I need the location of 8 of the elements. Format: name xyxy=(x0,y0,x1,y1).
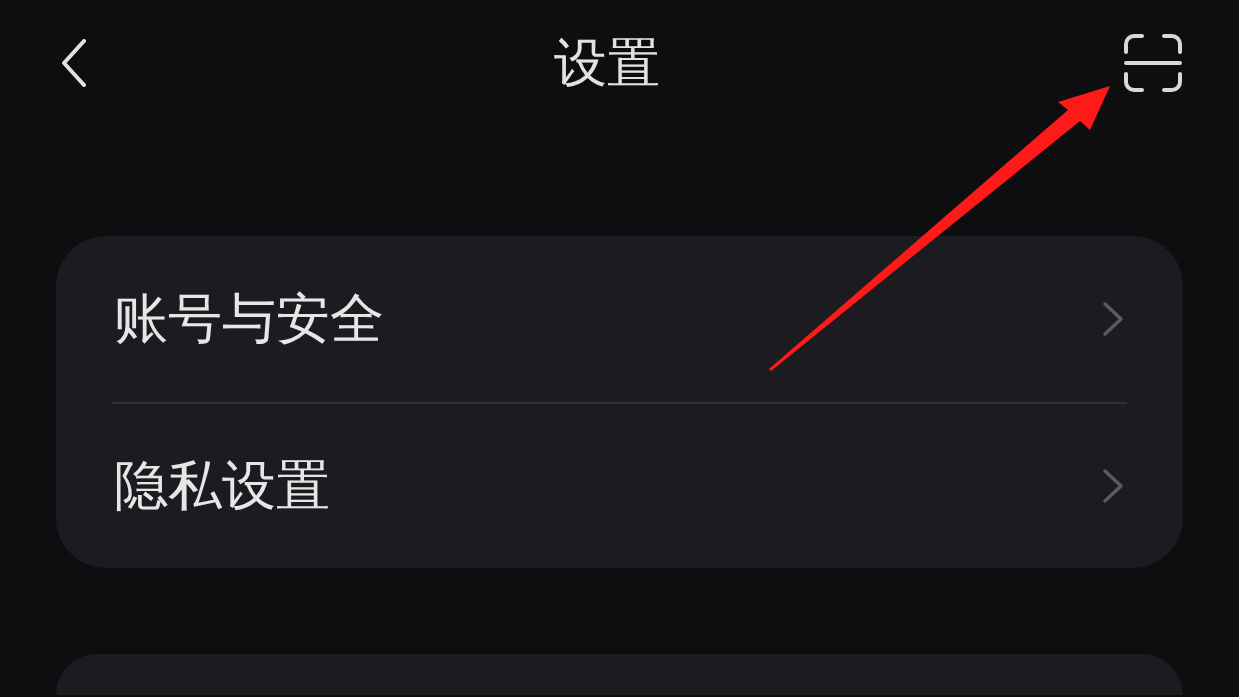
chevron-right-icon xyxy=(1102,468,1124,504)
back-icon xyxy=(60,38,88,87)
scan-button[interactable] xyxy=(1124,33,1182,92)
scan-icon xyxy=(1124,33,1182,92)
settings-row[interactable]: 账号与安全 xyxy=(112,236,1127,402)
settings-row[interactable]: 隐私设置 xyxy=(112,402,1127,568)
chevron-right-icon xyxy=(1102,301,1124,337)
page-title: 设置 xyxy=(554,36,660,89)
